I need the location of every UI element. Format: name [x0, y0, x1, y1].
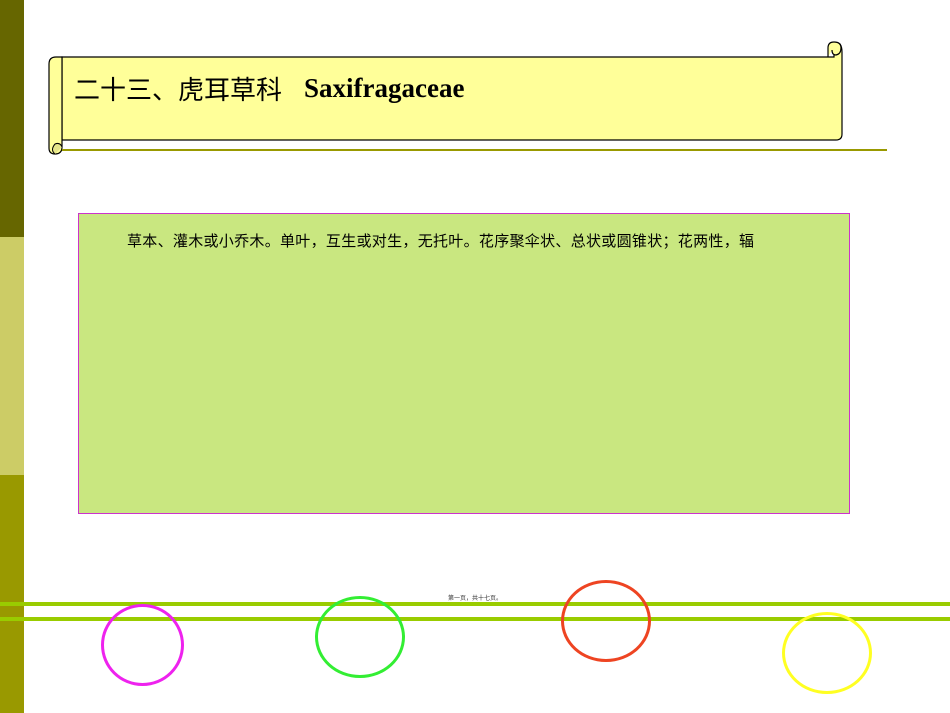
title-underline: [62, 149, 887, 151]
scroll-roll-left: [48, 56, 63, 155]
slide-title-latin: Saxifragaceae: [304, 72, 465, 103]
slide-title-chinese: 二十三、虎耳草科: [74, 75, 283, 106]
page-number-label: 第一页，共十七页。: [448, 595, 503, 602]
magenta-ring: [101, 604, 184, 686]
left-bar-middle: [0, 237, 24, 475]
content-textbox: 草本、灌木或小乔木。单叶，互生或对生，无托叶。花序聚伞状、总状或圆锥状；花两性，…: [78, 213, 850, 514]
green-ring: [315, 596, 405, 678]
slide-title: 二十三、虎耳草科 Saxifragaceae: [74, 70, 464, 106]
yellow-ring: [782, 612, 872, 694]
orange-ring: [561, 580, 651, 662]
content-text: 草本、灌木或小乔木。单叶，互生或对生，无托叶。花序聚伞状、总状或圆锥状；花两性，…: [127, 232, 755, 250]
left-bar-bottom: [0, 475, 24, 713]
